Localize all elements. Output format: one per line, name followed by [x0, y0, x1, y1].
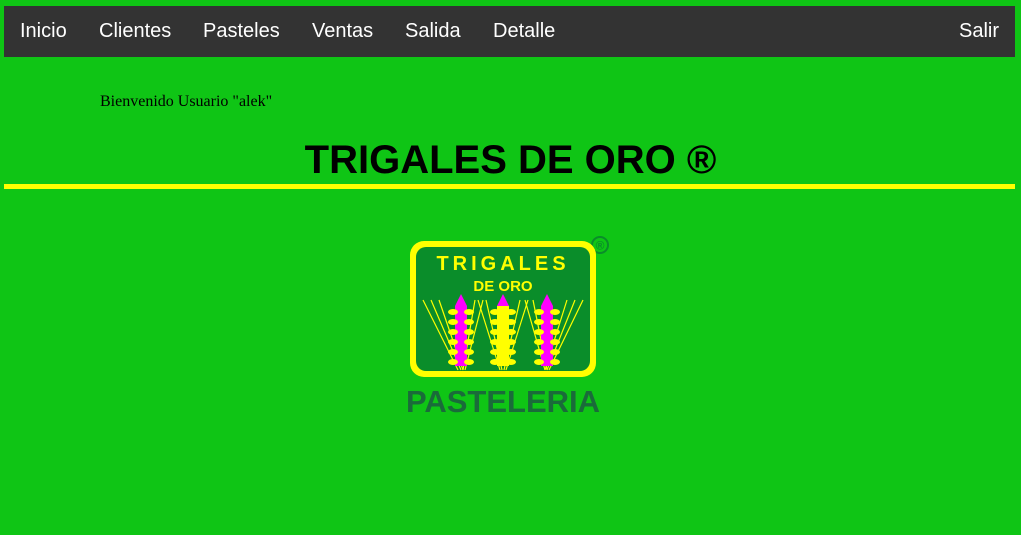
nav-item-salir[interactable]: Salir: [959, 6, 999, 57]
welcome-message: Bienvenido Usuario "alek": [100, 93, 273, 110]
svg-text:PASTELERIA: PASTELERIA: [406, 384, 600, 419]
top-navbar: Inicio Clientes Pasteles Ventas Salida D…: [4, 6, 1015, 57]
nav-item-detalle[interactable]: Detalle: [493, 6, 555, 57]
page-title: TRIGALES DE ORO ®: [304, 138, 717, 182]
nav-item-ventas[interactable]: Ventas: [312, 6, 373, 57]
nav-item-salida[interactable]: Salida: [405, 6, 461, 57]
nav-item-pasteles[interactable]: Pasteles: [203, 6, 280, 57]
title-divider: [4, 184, 1015, 189]
trigales-de-oro-logo: ® TRIGALES DE ORO PASTELERIA: [406, 236, 609, 419]
svg-text:®: ®: [596, 239, 605, 253]
nav-item-inicio[interactable]: Inicio: [20, 6, 67, 57]
svg-text:TRIGALES: TRIGALES: [436, 253, 569, 275]
nav-item-clientes[interactable]: Clientes: [99, 6, 171, 57]
svg-text:DE ORO: DE ORO: [473, 278, 533, 295]
